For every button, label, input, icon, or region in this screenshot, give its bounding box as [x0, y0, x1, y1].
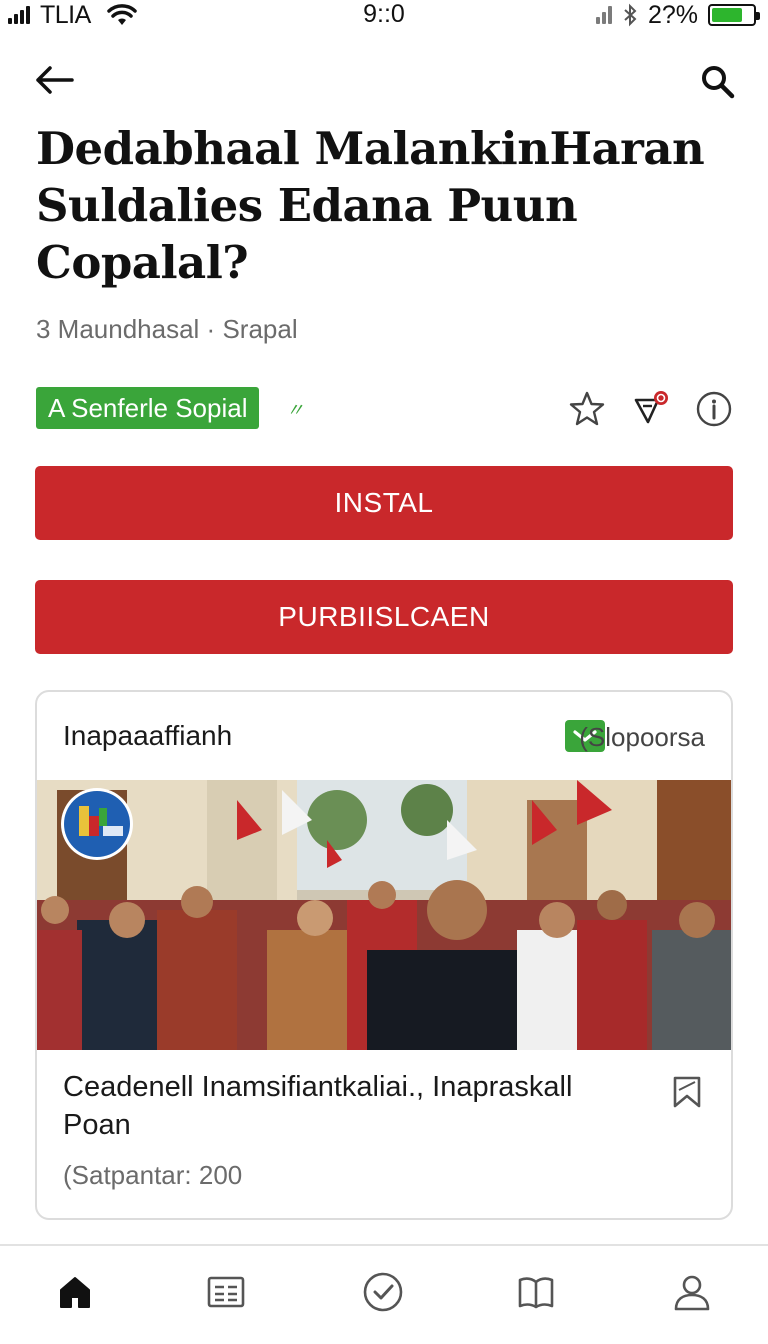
- search-icon: [702, 66, 735, 99]
- battery-percent: 2?%: [647, 0, 698, 29]
- search-button[interactable]: [696, 60, 740, 104]
- crowd-photo-illustration: [37, 780, 731, 1050]
- nav-news[interactable]: [196, 1264, 256, 1320]
- tag-action-row: A Senferle Sopial 〃: [36, 386, 736, 432]
- headline-line: Suldalies Edana Puun: [36, 179, 578, 232]
- bluetooth-icon: [622, 3, 638, 27]
- profile-icon: [674, 1275, 710, 1311]
- status-right: 2?%: [595, 0, 760, 30]
- article-headline: Dedabhaal MalankinHaran Suldalies Edana …: [36, 120, 736, 291]
- category-tag[interactable]: A Senferle Sopial: [36, 387, 260, 429]
- back-button[interactable]: [30, 60, 78, 100]
- info-icon: [696, 391, 732, 427]
- star-icon: [569, 391, 605, 426]
- status-bar: TLIA 9::0 2?%: [0, 0, 768, 30]
- alert-button[interactable]: [632, 388, 674, 430]
- top-app-bar: [0, 52, 768, 108]
- nav-profile[interactable]: [662, 1264, 722, 1320]
- info-button[interactable]: [693, 388, 735, 430]
- publisher-logo-icon: [59, 786, 135, 862]
- bottom-navigation: [0, 1246, 768, 1344]
- book-icon: [518, 1277, 554, 1309]
- bookmark-button[interactable]: [667, 1072, 707, 1112]
- publish-button[interactable]: PURBIISLCAEN: [35, 580, 733, 654]
- story-title[interactable]: Ceadenell Inamsifiantkaliai., Inapraskal…: [63, 1068, 623, 1144]
- home-icon: [60, 1277, 90, 1308]
- sponsored-card[interactable]: Inapaaaffianh (Slopoorsa Ceadenell Inams…: [35, 690, 733, 1220]
- nav-home[interactable]: [45, 1264, 105, 1320]
- tag-mark-icon: 〃: [286, 400, 304, 420]
- story-meta: (Satpantar: 200: [63, 1160, 243, 1190]
- news-photo[interactable]: [37, 780, 731, 1050]
- nav-library[interactable]: [506, 1264, 566, 1320]
- battery-icon: [708, 4, 760, 26]
- nav-check[interactable]: [353, 1264, 413, 1320]
- arrow-left-icon: [36, 66, 74, 94]
- signal-strength-icon: [595, 6, 612, 24]
- install-button[interactable]: INSTAL: [35, 466, 733, 540]
- card-title: Inapaaaffianh: [63, 720, 233, 751]
- check-circle-icon: [363, 1272, 403, 1312]
- sponsor-label: (Slopoorsa: [579, 722, 705, 752]
- news-icon: [207, 1276, 245, 1308]
- bookmark-icon: [673, 1076, 701, 1108]
- headline-line: Copalal?: [36, 236, 249, 289]
- headline-line: Dedabhaal MalankinHaran: [36, 122, 705, 175]
- battery-fill: [712, 8, 742, 22]
- article-meta: 3 Maundhasal · Srapal: [36, 314, 298, 344]
- card-header: Inapaaaffianh (Slopoorsa: [37, 692, 731, 780]
- tag-notification-icon: [634, 391, 668, 424]
- favorite-button[interactable]: [566, 388, 608, 430]
